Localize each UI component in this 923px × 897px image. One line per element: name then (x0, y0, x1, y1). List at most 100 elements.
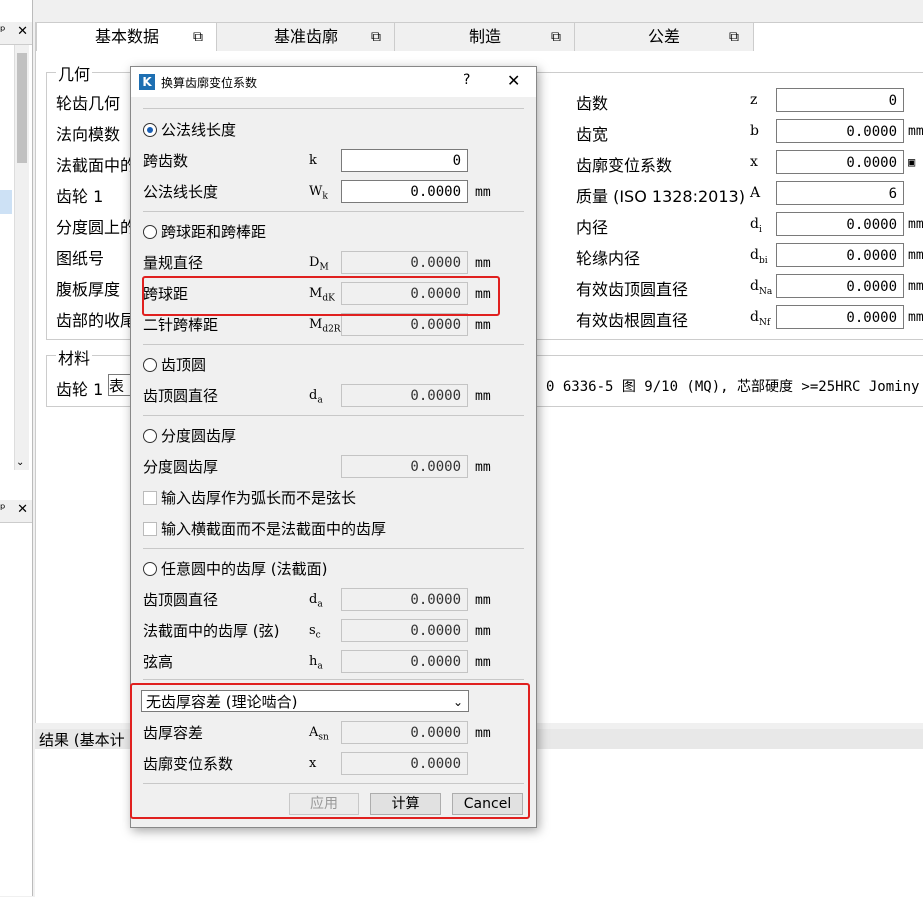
label-thickness-any-circle-option: 任意圆中的齿厚 (法截面) (161, 560, 328, 578)
scroll-thumb[interactable] (17, 53, 27, 163)
symbol-z: z (750, 92, 758, 108)
unit-mm: mm (908, 310, 923, 325)
material-group-title: 材料 (56, 345, 93, 369)
tip-diameter-2-input[interactable]: 0.0000 (341, 588, 468, 611)
label-tooth-runout: 齿部的收尾 (56, 311, 137, 330)
geometry-group-title: 几何 (56, 61, 93, 85)
symbol-k: k (309, 153, 317, 168)
tab-manufacturing[interactable]: 制造 ⧉ (394, 22, 576, 51)
symbol-DM: DM (309, 255, 329, 273)
material-field-text[interactable]: 0 6336-5 图 9/10 (MQ), 芯部硬度 >=25HRC Jomin… (546, 376, 923, 396)
radio-base-tangent-length[interactable] (143, 123, 157, 137)
restore-icon[interactable]: ⧉ (371, 23, 381, 51)
close-icon[interactable]: ✕ (17, 24, 28, 39)
face-width-input[interactable]: 0.0000 (776, 119, 904, 143)
tab-basic-data[interactable]: 基本数据 ⧉ (36, 22, 218, 51)
highlight-box-tolerance (130, 683, 530, 819)
rim-inner-diameter-input[interactable]: 0.0000 (776, 243, 904, 267)
separator (143, 108, 524, 109)
tab-label: 制造 (468, 27, 501, 46)
symbol-Md2R: Md2R (309, 317, 341, 335)
label-teeth: 齿数 (576, 94, 609, 113)
highlight-box-over-balls (142, 276, 500, 316)
tab-label: 公差 (647, 27, 680, 46)
left-panel-scrollbar[interactable]: ⌄ (14, 45, 29, 470)
tab-reference-profile[interactable]: 基准齿廓 ⧉ (216, 22, 396, 51)
radio-thickness-any-circle[interactable] (143, 562, 157, 576)
teeth-input[interactable]: 0 (776, 88, 904, 112)
separator (143, 548, 524, 549)
close-icon[interactable]: ✕ (507, 71, 520, 90)
label-effective-root-diameter: 有效齿根圆直径 (576, 311, 689, 330)
symbol-ha: ha (309, 654, 323, 672)
label-gear-1: 齿轮 1 (56, 187, 104, 206)
restore-icon[interactable]: ⧉ (729, 23, 739, 51)
chevron-down-icon[interactable]: ⌄ (16, 457, 24, 468)
unit-mm: mm (475, 655, 491, 670)
radio-reference-tooth-thickness[interactable] (143, 429, 157, 443)
radio-dimension-over-balls[interactable] (143, 225, 157, 239)
unit-mm: mm (475, 624, 491, 639)
chordal-thickness-input[interactable]: 0.0000 (341, 619, 468, 642)
dialog-titlebar: K 换算齿廓变位系数 ? ✕ (131, 67, 536, 97)
close-icon[interactable]: ✕ (17, 502, 28, 517)
tab-tolerances[interactable]: 公差 ⧉ (574, 22, 754, 51)
label-reference-tooth-thickness-option: 分度圆齿厚 (161, 427, 237, 445)
unit-mm: mm (908, 279, 923, 294)
effective-root-diameter-input[interactable]: 0.0000 (776, 305, 904, 329)
unit-mm: mm (908, 248, 923, 263)
left-panel-header: ✕ ᵖ (0, 22, 32, 45)
label-rim-inner-diameter: 轮缘内径 (576, 249, 641, 268)
label-chordal-height: 弦高 (143, 653, 174, 671)
dialog-title: 换算齿廓变位系数 (161, 76, 258, 90)
restore-icon[interactable]: ⧉ (551, 23, 561, 51)
checkbox-transverse-section[interactable] (143, 522, 157, 536)
label-reference-circle: 分度圆上的 (56, 218, 137, 237)
unit-mm: mm (475, 318, 491, 333)
restore-icon[interactable]: ⧉ (193, 23, 203, 51)
unit-mm: mm (908, 217, 923, 232)
label-tip-circle-option: 齿顶圆 (161, 356, 207, 374)
unit-mm: mm (475, 389, 491, 404)
unit-mm: mm (908, 124, 923, 139)
symbol-dbi: dbi (750, 247, 768, 266)
label-normal-module: 法向模数 (56, 125, 121, 144)
pin-icon[interactable]: ᵖ (0, 24, 6, 39)
label-inner-diameter: 内径 (576, 218, 609, 237)
gauge-diameter-input[interactable]: 0.0000 (341, 251, 468, 274)
effective-tip-diameter-input[interactable]: 0.0000 (776, 274, 904, 298)
label-tip-diameter: 齿顶圆直径 (143, 387, 219, 405)
label-gear-geometry: 轮齿几何 (56, 94, 121, 113)
unit-mm: mm (475, 256, 491, 271)
label-two-pin-dimension: 二针跨棒距 (143, 316, 219, 334)
label-drawing-number: 图纸号 (56, 249, 105, 268)
help-icon[interactable]: ? (463, 72, 470, 88)
separator (143, 344, 524, 345)
label-reference-tooth-thickness: 分度圆齿厚 (143, 458, 219, 476)
calculator-icon[interactable]: ▣ (908, 155, 915, 169)
radio-tip-circle[interactable] (143, 358, 157, 372)
separator (143, 211, 524, 212)
chordal-height-input[interactable]: 0.0000 (341, 650, 468, 673)
label-web-thickness: 腹板厚度 (56, 280, 121, 299)
label-transverse-section: 输入横截面而不是法截面中的齿厚 (161, 520, 387, 538)
two-pin-dimension-input[interactable]: 0.0000 (341, 313, 468, 336)
symbol-di: di (750, 216, 762, 235)
unit-mm: mm (475, 185, 491, 200)
quality-input[interactable]: 6 (776, 181, 904, 205)
material-field-start[interactable]: 表 (108, 374, 132, 396)
inner-diameter-input[interactable]: 0.0000 (776, 212, 904, 236)
tip-diameter-input[interactable]: 0.0000 (341, 384, 468, 407)
reference-tooth-thickness-input[interactable]: 0.0000 (341, 455, 468, 478)
span-teeth-input[interactable]: 0 (341, 149, 468, 172)
pin-icon[interactable]: ᵖ (0, 502, 6, 517)
checkbox-arc-length[interactable] (143, 491, 157, 505)
label-base-tangent-length-option: 公法线长度 (161, 121, 237, 139)
symbol-dNa: dNa (750, 278, 773, 297)
label-span-teeth: 跨齿数 (143, 152, 189, 170)
label-profile-shift: 齿廓变位系数 (576, 156, 673, 175)
tab-label: 基本数据 (94, 27, 159, 46)
profile-shift-input[interactable]: 0.0000 (776, 150, 904, 174)
base-tangent-length-input[interactable]: 0.0000 (341, 180, 468, 203)
symbol-sc: sc (309, 623, 321, 641)
